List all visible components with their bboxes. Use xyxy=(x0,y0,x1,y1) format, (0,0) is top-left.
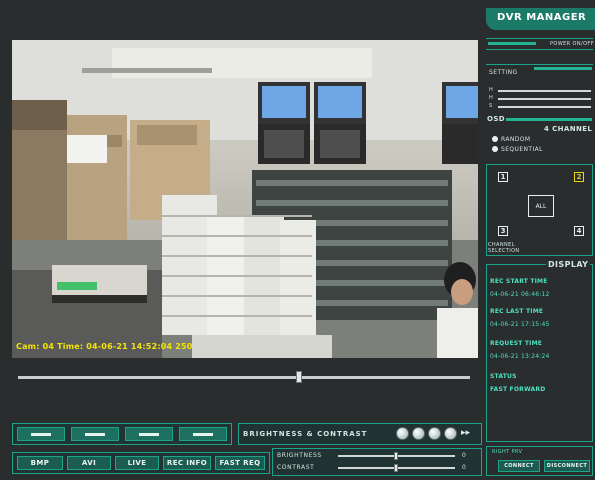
channel-3-button[interactable]: 3 xyxy=(498,226,508,236)
bmp-button[interactable]: BMP xyxy=(17,456,63,470)
avi-button[interactable]: AVI xyxy=(67,456,111,470)
toggle-icon[interactable]: ▸▸ xyxy=(461,428,470,438)
preset-button-1[interactable] xyxy=(396,427,409,440)
channel-4-button[interactable]: 4 xyxy=(574,226,584,236)
seek-track[interactable] xyxy=(18,376,470,379)
rec-last-label: REC LAST TIME xyxy=(490,308,544,315)
channel-selection-label: CHANNEL SELECTION xyxy=(488,242,520,254)
connect-button[interactable]: CONNECT xyxy=(498,460,540,472)
rec-start-value: 04-06-21 06:46:12 xyxy=(490,291,550,298)
rec-last-value: 04-06-21 17:15:45 xyxy=(490,321,550,328)
rec-start-label: REC START TIME xyxy=(490,278,548,285)
osd-slider-3[interactable] xyxy=(498,106,591,108)
title-bar: DVR MANAGER xyxy=(486,8,595,30)
live-button[interactable]: LIVE xyxy=(115,456,159,470)
osd-label: OSD xyxy=(487,115,506,123)
sequential-label: SEQUENTIAL xyxy=(501,146,543,153)
power-bar xyxy=(488,42,536,45)
preset-button-3[interactable] xyxy=(428,427,441,440)
video-viewport[interactable]: Cam: 04 Time: 04-06-21 14:52:04 250 xyxy=(12,40,478,358)
rewind-icon xyxy=(31,432,51,436)
reverse-play-icon xyxy=(85,432,105,436)
contrast-slider-thumb[interactable] xyxy=(394,464,398,472)
channel-2-button[interactable]: 2 xyxy=(574,172,584,182)
osd-bar xyxy=(506,118,592,121)
channel-1-button[interactable]: 1 xyxy=(498,172,508,182)
seek-thumb[interactable] xyxy=(296,371,302,383)
preset-button-4[interactable] xyxy=(444,427,457,440)
channel-title: 4 CHANNEL xyxy=(544,125,593,133)
request-label: REQUEST TIME xyxy=(490,340,543,347)
all-channel-button[interactable]: ALL xyxy=(528,195,554,217)
brightness-value: 0 xyxy=(462,452,466,459)
brightness-slider-thumb[interactable] xyxy=(394,452,398,460)
brightness-label: BRIGHTNESS xyxy=(277,452,322,459)
osd-row-2-label: H xyxy=(489,95,494,101)
power-label: POWER ON/OFF xyxy=(550,41,594,47)
random-radio[interactable] xyxy=(492,136,498,142)
osd-slider-1[interactable] xyxy=(498,90,591,92)
play-icon xyxy=(139,432,159,436)
osd-row-1-label: H xyxy=(489,87,494,93)
all-label: ALL xyxy=(535,202,547,210)
status-value: FAST FORWARD xyxy=(490,386,546,393)
osd-overlay-text: Cam: 04 Time: 04-06-21 14:52:04 250 xyxy=(16,342,193,351)
fast-forward-button[interactable] xyxy=(179,427,227,441)
brightness-contrast-title: BRIGHTNESS & CONTRAST xyxy=(243,430,368,438)
play-button[interactable] xyxy=(125,427,173,441)
request-value: 04-06-21 13:24:24 xyxy=(490,353,550,360)
app-title: DVR MANAGER xyxy=(497,12,587,23)
camera-frame xyxy=(12,40,478,358)
setting-bar xyxy=(534,67,592,70)
osd-row-3-label: S xyxy=(489,103,493,109)
right-panel: POWER ON/OFF SETTING H H S OSD 4 CHANNEL… xyxy=(484,32,595,480)
preset-button-2[interactable] xyxy=(412,427,425,440)
osd-slider-2[interactable] xyxy=(498,98,591,100)
reverse-play-button[interactable] xyxy=(71,427,119,441)
random-label: RANDOM xyxy=(501,136,531,143)
contrast-value: 0 xyxy=(462,464,466,471)
sequential-radio[interactable] xyxy=(492,146,498,152)
status-label: STATUS xyxy=(490,373,517,380)
fast-req-button[interactable]: FAST REQ xyxy=(215,456,265,470)
rec-info-button[interactable]: REC INFO xyxy=(163,456,211,470)
contrast-label: CONTRAST xyxy=(277,464,315,471)
rewind-button[interactable] xyxy=(17,427,65,441)
disconnect-button[interactable]: DISCONNECT xyxy=(544,460,590,472)
fast-forward-icon xyxy=(193,432,213,436)
remote-label: RIGHT PRV xyxy=(492,449,523,455)
display-title: DISPLAY xyxy=(546,260,591,269)
setting-label: SETTING xyxy=(489,69,518,76)
